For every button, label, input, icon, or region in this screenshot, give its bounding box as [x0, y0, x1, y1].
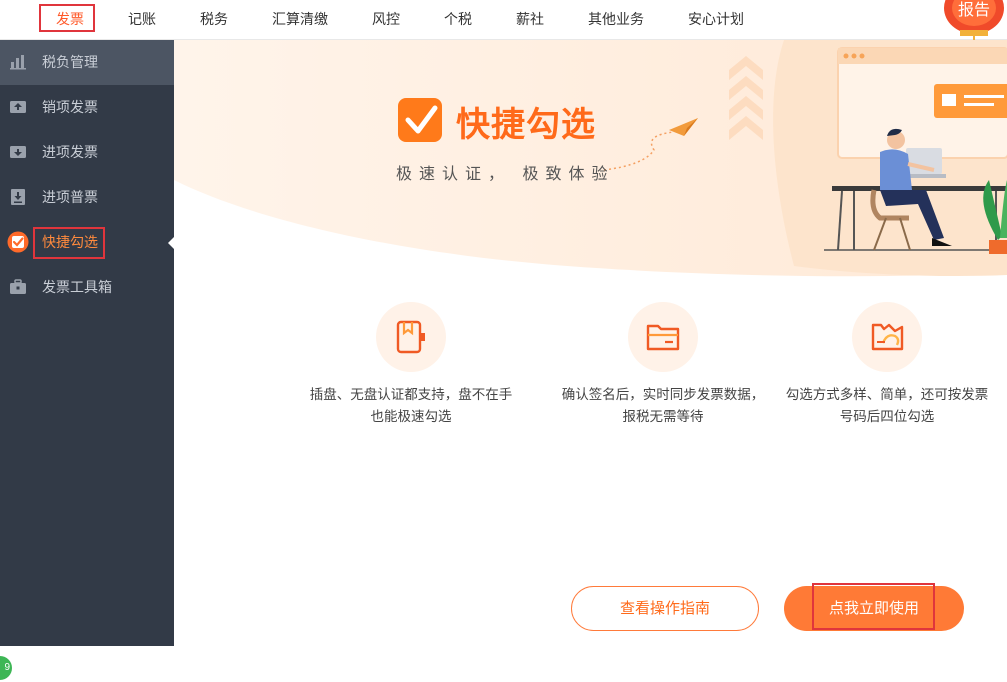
sidebar-item-input-invoice[interactable]: 进项发票 [0, 130, 174, 175]
sidebar: 税负管理 销项发票 进项发票 进项普票 快捷勾选 发票工具箱 9 [0, 40, 174, 682]
feature-item: 勾选方式多样、简单，还可按发票号码后四位勾选 [782, 302, 992, 428]
feature-description: 确认签名后，实时同步发票数据，报税无需等待 [561, 387, 765, 424]
invoice-in-icon [10, 146, 26, 158]
feature-icon-circle [628, 302, 698, 372]
feature-item: 插盘、无盘认证都支持，盘不在手也能极速勾选 [306, 302, 516, 428]
sidebar-item-label: 销项发票 [42, 99, 98, 115]
view-guide-button[interactable]: 查看操作指南 [571, 586, 759, 631]
invoice-out-icon [10, 101, 26, 113]
main-content: 快捷勾选 极速认证， 极致体验 插盘、无盘认证都支持，盘不在手也能极速勾选 确认… [174, 40, 1007, 646]
sidebar-item-tax-burden[interactable]: 税负管理 [0, 40, 174, 85]
nav-item-personal-tax[interactable]: 个税 [444, 0, 472, 40]
selection-methods-icon [871, 323, 904, 351]
feature-description: 插盘、无盘认证都支持，盘不在手也能极速勾选 [309, 387, 513, 424]
badge-text: 报告 [958, 0, 990, 19]
sidebar-item-input-general-invoice[interactable]: 进项普票 [0, 175, 174, 220]
banner-subtitle: 极速认证， 极致体验 [396, 166, 615, 183]
sidebar-item-label: 进项发票 [42, 144, 98, 160]
report-badge[interactable]: 报告 [940, 0, 1007, 42]
download-icon [11, 189, 25, 205]
feature-description: 勾选方式多样、简单，还可按发票号码后四位勾选 [785, 387, 989, 424]
sidebar-item-label: 进项普票 [42, 189, 98, 205]
top-navigation: 发票 记账 税务 汇算清缴 风控 个税 薪社 其他业务 安心计划 报告 [0, 0, 1007, 42]
nav-item-invoice[interactable]: 发票 [56, 0, 84, 40]
nav-item-tax[interactable]: 税务 [200, 0, 228, 40]
use-now-button[interactable]: 点我立即使用 [784, 586, 964, 631]
folder-icon [646, 324, 680, 351]
bar-chart-icon [10, 55, 26, 70]
nav-item-risk-control[interactable]: 风控 [372, 0, 400, 40]
nav-item-peace-plan[interactable]: 安心计划 [688, 0, 744, 40]
corner-badge[interactable]: 9 [0, 654, 14, 682]
nav-item-bookkeeping[interactable]: 记账 [128, 0, 156, 40]
lantern-icon: 报告 [944, 0, 1004, 42]
banner-title: 快捷勾选 [456, 106, 596, 144]
toolbox-icon [10, 279, 26, 294]
feature-icon-circle [852, 302, 922, 372]
sidebar-item-quick-check[interactable]: 快捷勾选 [0, 220, 174, 265]
usb-key-icon [396, 320, 425, 354]
nav-item-payroll-social[interactable]: 薪社 [516, 0, 544, 40]
check-icon [7, 231, 29, 253]
sidebar-item-label: 快捷勾选 [42, 234, 98, 250]
sidebar-item-label: 发票工具箱 [42, 279, 112, 295]
nav-item-annual-settlement[interactable]: 汇算清缴 [272, 0, 328, 40]
feature-item: 确认签名后，实时同步发票数据，报税无需等待 [558, 302, 768, 428]
nav-item-other-business[interactable]: 其他业务 [588, 0, 644, 40]
sidebar-item-invoice-toolbox[interactable]: 发票工具箱 [0, 265, 174, 310]
sidebar-item-label: 税负管理 [42, 54, 98, 70]
sidebar-item-sales-invoice[interactable]: 销项发票 [0, 85, 174, 130]
feature-icon-circle [376, 302, 446, 372]
